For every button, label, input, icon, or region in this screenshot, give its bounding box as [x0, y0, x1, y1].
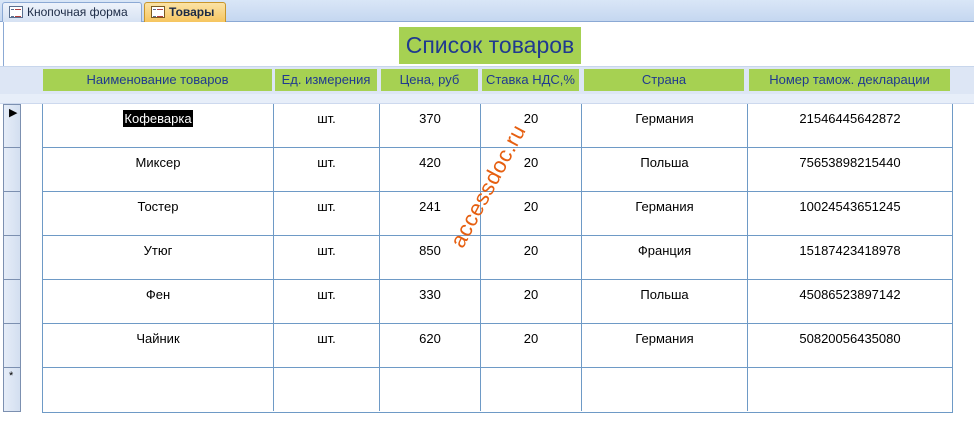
column-header-vat-rate: Ставка НДС,%	[482, 69, 579, 91]
selected-text: Кофеварка	[123, 110, 193, 127]
cell-vat-rate[interactable]: 20	[481, 324, 582, 367]
form-title: Список товаров	[399, 27, 581, 64]
products-form: Список товаров Наименование товаров Ед. …	[0, 22, 974, 434]
cell-customs-declaration[interactable]: 45086523897142	[748, 280, 952, 323]
cell-country[interactable]: Франция	[582, 236, 748, 279]
record-selector[interactable]	[3, 236, 21, 280]
column-header-product-name: Наименование товаров	[43, 69, 272, 91]
cell-vat-rate[interactable]: 20	[481, 236, 582, 279]
column-header-band: Наименование товаров Ед. измерения Цена,…	[0, 66, 974, 95]
form-icon	[9, 6, 23, 18]
record-selector[interactable]	[3, 148, 21, 192]
cell-price[interactable]	[380, 368, 481, 411]
detail-section-divider	[0, 94, 974, 104]
cell-vat-rate[interactable]: 20	[481, 280, 582, 323]
tab-label: Товары	[169, 5, 215, 19]
cell-country[interactable]	[582, 368, 748, 411]
cell-customs-declaration[interactable]: 15187423418978	[748, 236, 952, 279]
cell-customs-declaration[interactable]: 10024543651245	[748, 192, 952, 235]
record-selector-current[interactable]: ▶	[3, 104, 21, 148]
table-row: Фен шт. 330 20 Польша 45086523897142	[43, 280, 952, 324]
cell-country[interactable]: Польша	[582, 148, 748, 191]
cell-price[interactable]: 420	[380, 148, 481, 191]
cell-product-name[interactable]: Миксер	[43, 148, 274, 191]
cell-vat-rate[interactable]: 20	[481, 104, 582, 147]
record-selector[interactable]	[3, 280, 21, 324]
form-edge	[3, 22, 4, 66]
new-record-row	[43, 368, 952, 412]
cell-unit[interactable]: шт.	[274, 148, 380, 191]
cell-unit[interactable]: шт.	[274, 192, 380, 235]
cell-customs-declaration[interactable]: 75653898215440	[748, 148, 952, 191]
cell-customs-declaration[interactable]: 50820056435080	[748, 324, 952, 367]
cell-price[interactable]: 370	[380, 104, 481, 147]
cell-product-name[interactable]: Чайник	[43, 324, 274, 367]
record-selector[interactable]	[3, 324, 21, 368]
cell-unit[interactable]: шт.	[274, 324, 380, 367]
cell-product-name[interactable]: Фен	[43, 280, 274, 323]
cell-customs-declaration[interactable]: 21546445642872	[748, 104, 952, 147]
cell-unit[interactable]: шт.	[274, 280, 380, 323]
new-record-icon: *	[9, 370, 14, 382]
cell-unit[interactable]	[274, 368, 380, 411]
cell-country[interactable]: Германия	[582, 104, 748, 147]
cell-country[interactable]: Польша	[582, 280, 748, 323]
cell-unit[interactable]: шт.	[274, 104, 380, 147]
tab-switchboard-form[interactable]: Кнопочная форма	[2, 2, 142, 22]
current-record-icon: ▶	[9, 107, 18, 119]
column-header-price: Цена, руб	[381, 69, 478, 91]
cell-price[interactable]: 620	[380, 324, 481, 367]
cell-product-name[interactable]: Тостер	[43, 192, 274, 235]
column-header-unit: Ед. измерения	[275, 69, 377, 91]
document-tab-bar: Кнопочная форма Товары	[0, 0, 974, 22]
table-row: Утюг шт. 850 20 Франция 15187423418978	[43, 236, 952, 280]
cell-product-name[interactable]: Кофеварка	[43, 104, 274, 147]
column-header-customs-declaration: Номер тамож. декларации	[749, 69, 950, 91]
table-row: Чайник шт. 620 20 Германия 5082005643508…	[43, 324, 952, 368]
record-selector[interactable]	[3, 192, 21, 236]
cell-product-name[interactable]: Утюг	[43, 236, 274, 279]
cell-unit[interactable]: шт.	[274, 236, 380, 279]
cell-product-name[interactable]	[43, 368, 274, 411]
form-icon	[151, 6, 165, 18]
cell-customs-declaration[interactable]	[748, 368, 952, 411]
cell-vat-rate[interactable]	[481, 368, 582, 411]
tab-label: Кнопочная форма	[27, 5, 128, 19]
tab-products[interactable]: Товары	[144, 2, 226, 22]
record-selector-new[interactable]: *	[3, 368, 21, 412]
cell-country[interactable]: Германия	[582, 192, 748, 235]
cell-country[interactable]: Германия	[582, 324, 748, 367]
cell-price[interactable]: 330	[380, 280, 481, 323]
table-row: Тостер шт. 241 20 Германия 1002454365124…	[43, 192, 952, 236]
column-header-country: Страна	[584, 69, 744, 91]
